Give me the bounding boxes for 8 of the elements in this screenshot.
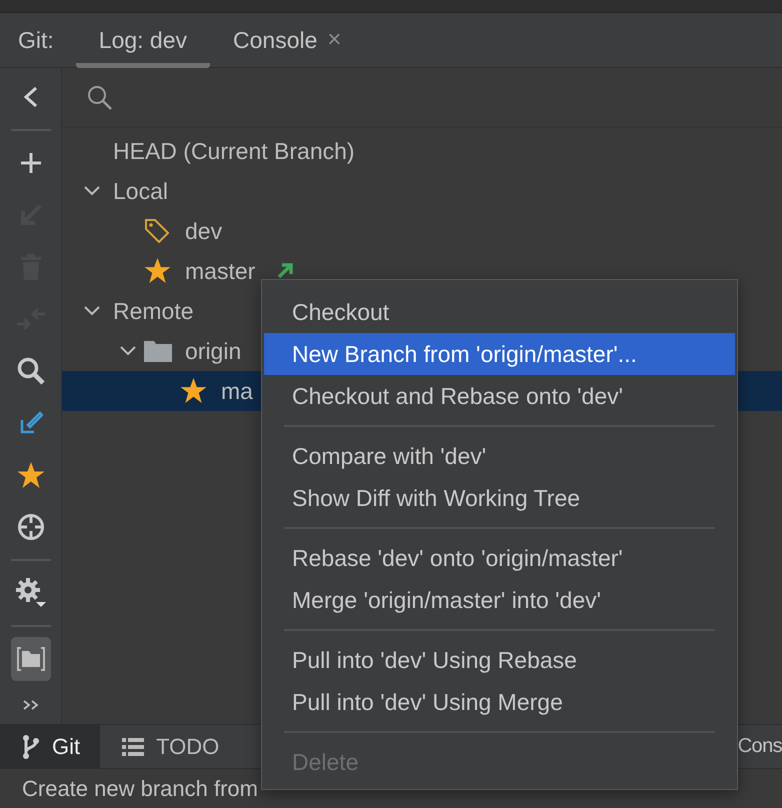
tool-window-title: Git: — [18, 26, 54, 54]
tree-label: master — [185, 258, 256, 284]
tree-label: Remote — [113, 298, 194, 324]
tree-label: origin — [185, 338, 242, 364]
tree-label: HEAD (Current Branch) — [113, 138, 355, 164]
tree-label: ma — [221, 378, 253, 404]
tree-label: Local — [113, 178, 168, 204]
tree-label: dev — [185, 218, 222, 244]
